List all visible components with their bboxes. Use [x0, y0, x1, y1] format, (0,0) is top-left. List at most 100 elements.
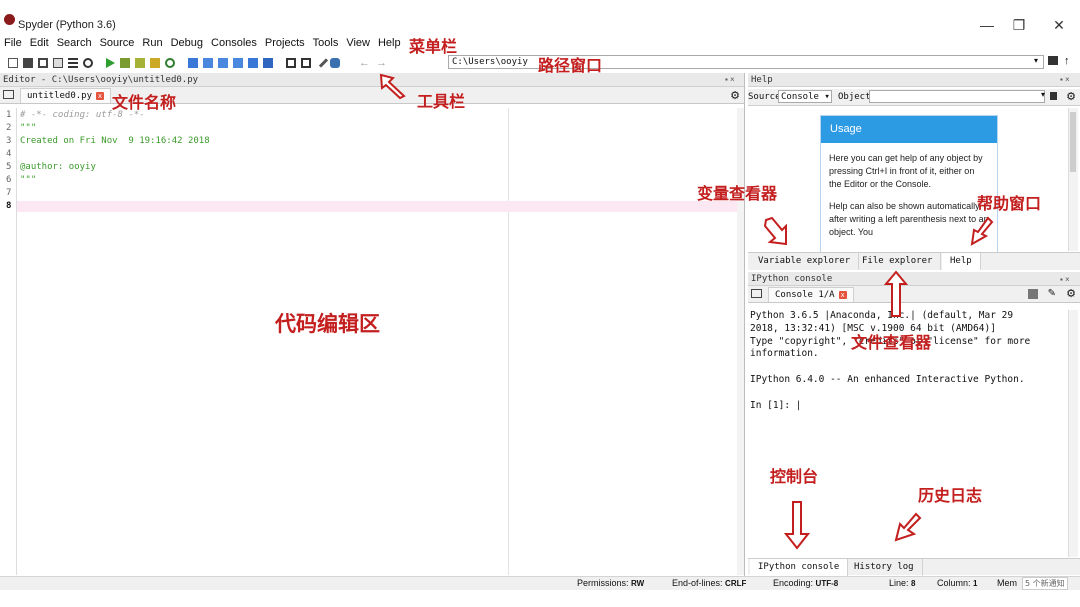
- menu-run[interactable]: Run: [142, 37, 162, 53]
- rerun-icon[interactable]: [165, 57, 175, 68]
- menu-consoles[interactable]: Consoles: [211, 37, 257, 53]
- open-folder-icon[interactable]: [23, 57, 33, 68]
- close-button[interactable]: ✕: [1050, 18, 1068, 32]
- stop-kernel-icon[interactable]: [1028, 289, 1038, 299]
- tab-console-1a[interactable]: Console 1/A x: [768, 287, 854, 302]
- browse-folder-icon[interactable]: [1048, 56, 1058, 65]
- menu-search[interactable]: Search: [57, 37, 92, 53]
- gear-icon[interactable]: ⚙: [1066, 287, 1076, 300]
- line-number: 8: [6, 201, 12, 211]
- file-explorer-arrow-icon: [884, 270, 908, 317]
- menu-file[interactable]: File: [4, 37, 22, 53]
- fullscreen-icon[interactable]: [301, 57, 311, 68]
- menu-edit[interactable]: Edit: [30, 37, 49, 53]
- annotation-file-viewer: 文件查看器: [851, 333, 932, 352]
- help-scroll-thumb[interactable]: [1070, 112, 1076, 172]
- menu-tools[interactable]: Tools: [313, 37, 339, 53]
- tab-history-log[interactable]: History log: [846, 559, 923, 576]
- tab-file-explorer[interactable]: File explorer: [854, 253, 942, 270]
- editor-scrollbar[interactable]: [737, 108, 744, 575]
- code-line[interactable]: Created on Fri Nov 9 19:16:42 2018: [20, 136, 210, 146]
- console-bottom-tabbar: IPython console History log: [748, 558, 1080, 576]
- status-column: Column: 1: [937, 578, 978, 588]
- code-line[interactable]: """: [20, 123, 36, 133]
- run-icon[interactable]: [106, 57, 115, 68]
- stop-debug-icon[interactable]: [263, 57, 273, 68]
- line-number: 3: [6, 136, 12, 146]
- console-output[interactable]: Python 3.6.5 |Anaconda, Inc.| (default, …: [750, 310, 1066, 412]
- menu-projects[interactable]: Projects: [265, 37, 305, 53]
- annotation-history: 历史日志: [918, 486, 983, 505]
- annotation-toolbar: 工具栏: [417, 92, 466, 111]
- chevron-down-icon[interactable]: ▾: [1034, 56, 1038, 65]
- wrench-icon[interactable]: [318, 57, 329, 68]
- current-line-highlight: [17, 201, 743, 212]
- chevron-down-icon[interactable]: ▾: [1041, 90, 1045, 99]
- gear-icon[interactable]: ⚙: [1066, 90, 1076, 103]
- undock-icon[interactable]: ▪ ×: [725, 75, 735, 84]
- new-file-icon[interactable]: [8, 57, 18, 68]
- menu-bar: File Edit Search Source Run Debug Consol…: [0, 37, 410, 53]
- code-line[interactable]: @author: ooyiy: [20, 162, 96, 172]
- close-tab-icon[interactable]: x: [838, 291, 847, 299]
- browse-tabs-icon[interactable]: [3, 90, 14, 99]
- object-input[interactable]: [869, 90, 1045, 103]
- help-toolbar: Source Console ▾ Object ▾ ⚙: [748, 89, 1080, 106]
- debug-icon[interactable]: [188, 57, 198, 68]
- run-cell-advance-icon[interactable]: [135, 57, 145, 68]
- save-icon[interactable]: [38, 57, 48, 68]
- tab-untitled0[interactable]: untitled0.py x: [20, 88, 112, 103]
- back-arrow-icon[interactable]: ←: [359, 57, 370, 69]
- step-into-icon[interactable]: [218, 57, 228, 68]
- status-permissions: Permissions: RW: [577, 578, 645, 588]
- maximize-pane-icon[interactable]: [286, 57, 296, 68]
- list-icon[interactable]: [68, 57, 78, 68]
- step-return-icon[interactable]: [233, 57, 243, 68]
- run-cell-icon[interactable]: [120, 57, 130, 68]
- undock-icon[interactable]: ▪ ×: [1060, 275, 1070, 284]
- save-all-icon[interactable]: [53, 57, 63, 68]
- annotation-code-area: 代码编辑区: [275, 312, 380, 336]
- undock-icon[interactable]: ▪ ×: [1060, 75, 1070, 84]
- menu-debug[interactable]: Debug: [171, 37, 203, 53]
- annotation-help-window: 帮助窗口: [977, 194, 1042, 213]
- continue-icon[interactable]: [248, 57, 258, 68]
- close-tab-icon[interactable]: x: [96, 92, 105, 100]
- status-encoding: Encoding: UTF-8: [773, 578, 839, 588]
- browse-tabs-icon[interactable]: [751, 289, 762, 298]
- line-number: 7: [6, 188, 12, 198]
- annotation-menubar: 菜单栏: [409, 37, 458, 56]
- code-line[interactable]: """: [20, 175, 36, 185]
- line-number: 6: [6, 175, 12, 185]
- annotation-console: 控制台: [770, 467, 819, 486]
- help-arrow-icon: [970, 216, 994, 246]
- tab-variable-explorer[interactable]: Variable explorer: [750, 253, 860, 270]
- window-title: Spyder (Python 3.6): [18, 19, 116, 31]
- console-scrollbar[interactable]: [1068, 310, 1078, 557]
- status-bar: Permissions: RW End-of-lines: CRLF Encod…: [0, 576, 1080, 590]
- at-icon[interactable]: [83, 57, 93, 68]
- restore-button[interactable]: ❐: [1010, 18, 1028, 32]
- status-memory: Mem: [997, 578, 1017, 588]
- notification-badge[interactable]: 5 个新通知: [1022, 577, 1068, 590]
- up-arrow-icon[interactable]: ↑: [1064, 55, 1070, 67]
- python-path-icon[interactable]: [330, 57, 340, 68]
- menu-view[interactable]: View: [346, 37, 370, 53]
- menu-source[interactable]: Source: [100, 37, 135, 53]
- tab-help[interactable]: Help: [942, 253, 981, 270]
- eraser-icon[interactable]: ✎: [1048, 288, 1056, 299]
- line-number: 4: [6, 149, 12, 159]
- source-select[interactable]: Console ▾: [778, 90, 832, 103]
- menu-help[interactable]: Help: [378, 37, 401, 53]
- minimize-button[interactable]: —: [978, 18, 996, 32]
- step-icon[interactable]: [203, 57, 213, 68]
- run-selection-icon[interactable]: [150, 57, 160, 68]
- annotation-variable-viewer: 变量查看器: [697, 184, 778, 203]
- tab-ipython-console[interactable]: IPython console: [750, 559, 849, 576]
- usage-paragraph: Here you can get help of any object by p…: [829, 153, 983, 189]
- gear-icon[interactable]: ⚙: [730, 89, 740, 102]
- source-value: Console: [781, 92, 819, 102]
- lock-icon[interactable]: [1050, 92, 1057, 100]
- forward-arrow-icon[interactable]: →: [376, 57, 387, 69]
- status-eol: End-of-lines: CRLF: [672, 578, 747, 588]
